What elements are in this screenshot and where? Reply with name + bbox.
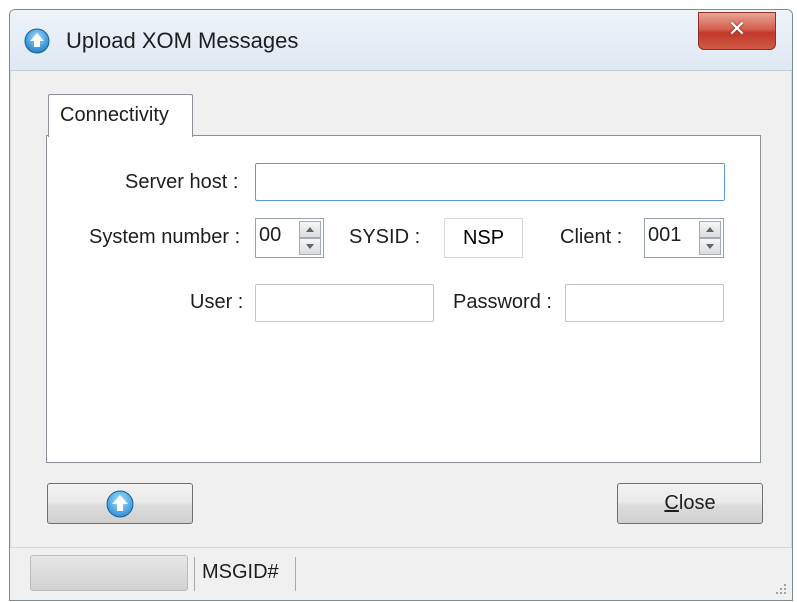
password-field[interactable]: [565, 284, 724, 322]
client-up-button[interactable]: [699, 221, 721, 238]
tab-connectivity-label: Connectivity: [60, 104, 169, 126]
resize-grip-icon[interactable]: [770, 578, 788, 596]
password-input[interactable]: [566, 285, 723, 321]
progress-bar: [30, 555, 188, 591]
arrow-down-icon: [306, 244, 314, 249]
server-host-input[interactable]: [256, 164, 724, 200]
arrow-down-icon: [706, 244, 714, 249]
window-close-button[interactable]: ✕: [698, 12, 776, 50]
title-bar[interactable]: Upload XOM Messages ✕: [10, 10, 792, 71]
user-field[interactable]: [255, 284, 434, 322]
client-label: Client :: [560, 226, 623, 248]
close-button-mnemonic: C: [664, 492, 679, 514]
status-bar: MSGID#: [10, 547, 792, 600]
upload-button[interactable]: [47, 483, 193, 524]
sysid-label: SYSID :: [349, 226, 421, 248]
close-icon: ✕: [727, 17, 747, 42]
system-number-stepper[interactable]: 00: [255, 218, 324, 258]
dialog-window: Upload XOM Messages ✕ Connectivity Serve…: [9, 9, 793, 601]
status-message: MSGID#: [202, 561, 279, 583]
server-host-field[interactable]: [255, 163, 725, 201]
arrow-up-icon: [306, 227, 314, 232]
client-down-button[interactable]: [699, 238, 721, 255]
user-label: User :: [190, 291, 244, 313]
client-stepper[interactable]: 001: [644, 218, 724, 258]
password-label: Password :: [453, 291, 552, 313]
connectivity-panel: Server host : System number : 00 SYSID :…: [46, 135, 761, 463]
close-button-label-rest: lose: [678, 492, 716, 514]
close-button[interactable]: Close: [617, 483, 763, 524]
client-value: 001: [648, 224, 682, 246]
server-host-label: Server host :: [125, 171, 239, 193]
window-title: Upload XOM Messages: [66, 28, 299, 53]
sysid-value: NSP: [444, 218, 523, 258]
upload-app-icon: [24, 28, 50, 54]
system-number-value: 00: [259, 224, 282, 246]
status-divider: [295, 557, 296, 591]
system-number-down-button[interactable]: [299, 238, 321, 255]
user-input[interactable]: [256, 285, 433, 321]
status-divider: [194, 557, 195, 591]
tab-connectivity[interactable]: Connectivity: [48, 94, 193, 137]
arrow-up-icon: [706, 227, 714, 232]
system-number-label: System number :: [89, 226, 241, 248]
system-number-up-button[interactable]: [299, 221, 321, 238]
upload-icon: [106, 490, 134, 518]
